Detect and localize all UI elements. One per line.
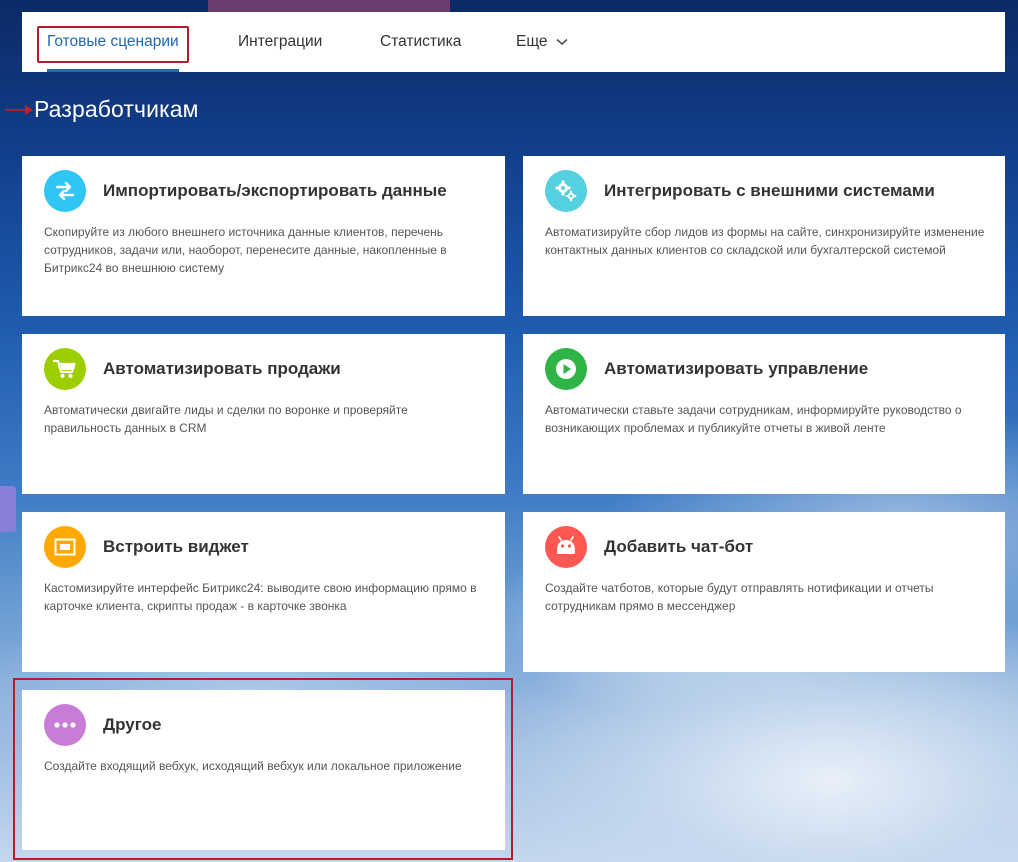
card-import-export[interactable]: Импортировать/экспортировать данные Скоп… (22, 156, 505, 316)
card-description: Создайте чатботов, которые будут отправл… (545, 581, 934, 613)
card-title: Автоматизировать управление (604, 359, 869, 378)
tab-label: Статистика (380, 33, 462, 50)
card-title: Встроить виджет (103, 537, 249, 556)
side-panel-handle[interactable] (0, 486, 16, 532)
page-title: Разработчикам (34, 96, 199, 122)
gears-icon (545, 170, 587, 212)
cart-icon (44, 348, 86, 390)
tab-highlight-box (37, 26, 189, 63)
card-embed-widget[interactable]: Встроить виджет Кастомизируйте интерфейс… (22, 512, 505, 672)
tab-statistics[interactable]: Статистика (380, 12, 461, 72)
card-title: Добавить чат-бот (604, 537, 754, 556)
card-title: Импортировать/экспортировать данные (103, 181, 447, 200)
card-automate-management[interactable]: Автоматизировать управление Автоматическ… (523, 334, 1005, 494)
play-icon (545, 348, 587, 390)
card-description: Автоматически ставьте задачи сотрудникам… (545, 403, 962, 435)
exchange-arrows-icon (44, 170, 86, 212)
chevron-down-icon (556, 38, 568, 46)
card-highlight-box (13, 678, 513, 860)
card-description: Скопируйте из любого внешнего источника … (44, 225, 447, 275)
arrow-annotation-icon (5, 105, 33, 115)
card-description: Кастомизируйте интерфейс Битрикс24: выво… (44, 581, 477, 613)
tab-active-underline (47, 69, 179, 72)
card-description: Автоматизируйте сбор лидов из формы на с… (545, 225, 985, 257)
card-add-chatbot[interactable]: Добавить чат-бот Создайте чатботов, кото… (523, 512, 1005, 672)
tab-label: Еще (516, 33, 548, 50)
top-navigation: Готовые сценарии Интеграции Статистика Е… (22, 12, 1005, 72)
card-description: Автоматически двигайте лиды и сделки по … (44, 403, 408, 435)
tab-label: Интеграции (238, 33, 323, 50)
card-integrate-external[interactable]: Интегрировать с внешними системами Автом… (523, 156, 1005, 316)
card-title: Автоматизировать продажи (103, 359, 341, 378)
tab-integrations[interactable]: Интеграции (238, 12, 322, 72)
widget-icon (44, 526, 86, 568)
tab-ready-scenarios[interactable]: Готовые сценарии (37, 12, 189, 72)
tab-more[interactable]: Еще (516, 12, 568, 72)
top-decoration (208, 0, 450, 12)
card-title: Интегрировать с внешними системами (604, 181, 935, 200)
card-automate-sales[interactable]: Автоматизировать продажи Автоматически д… (22, 334, 505, 494)
robot-icon (545, 526, 587, 568)
